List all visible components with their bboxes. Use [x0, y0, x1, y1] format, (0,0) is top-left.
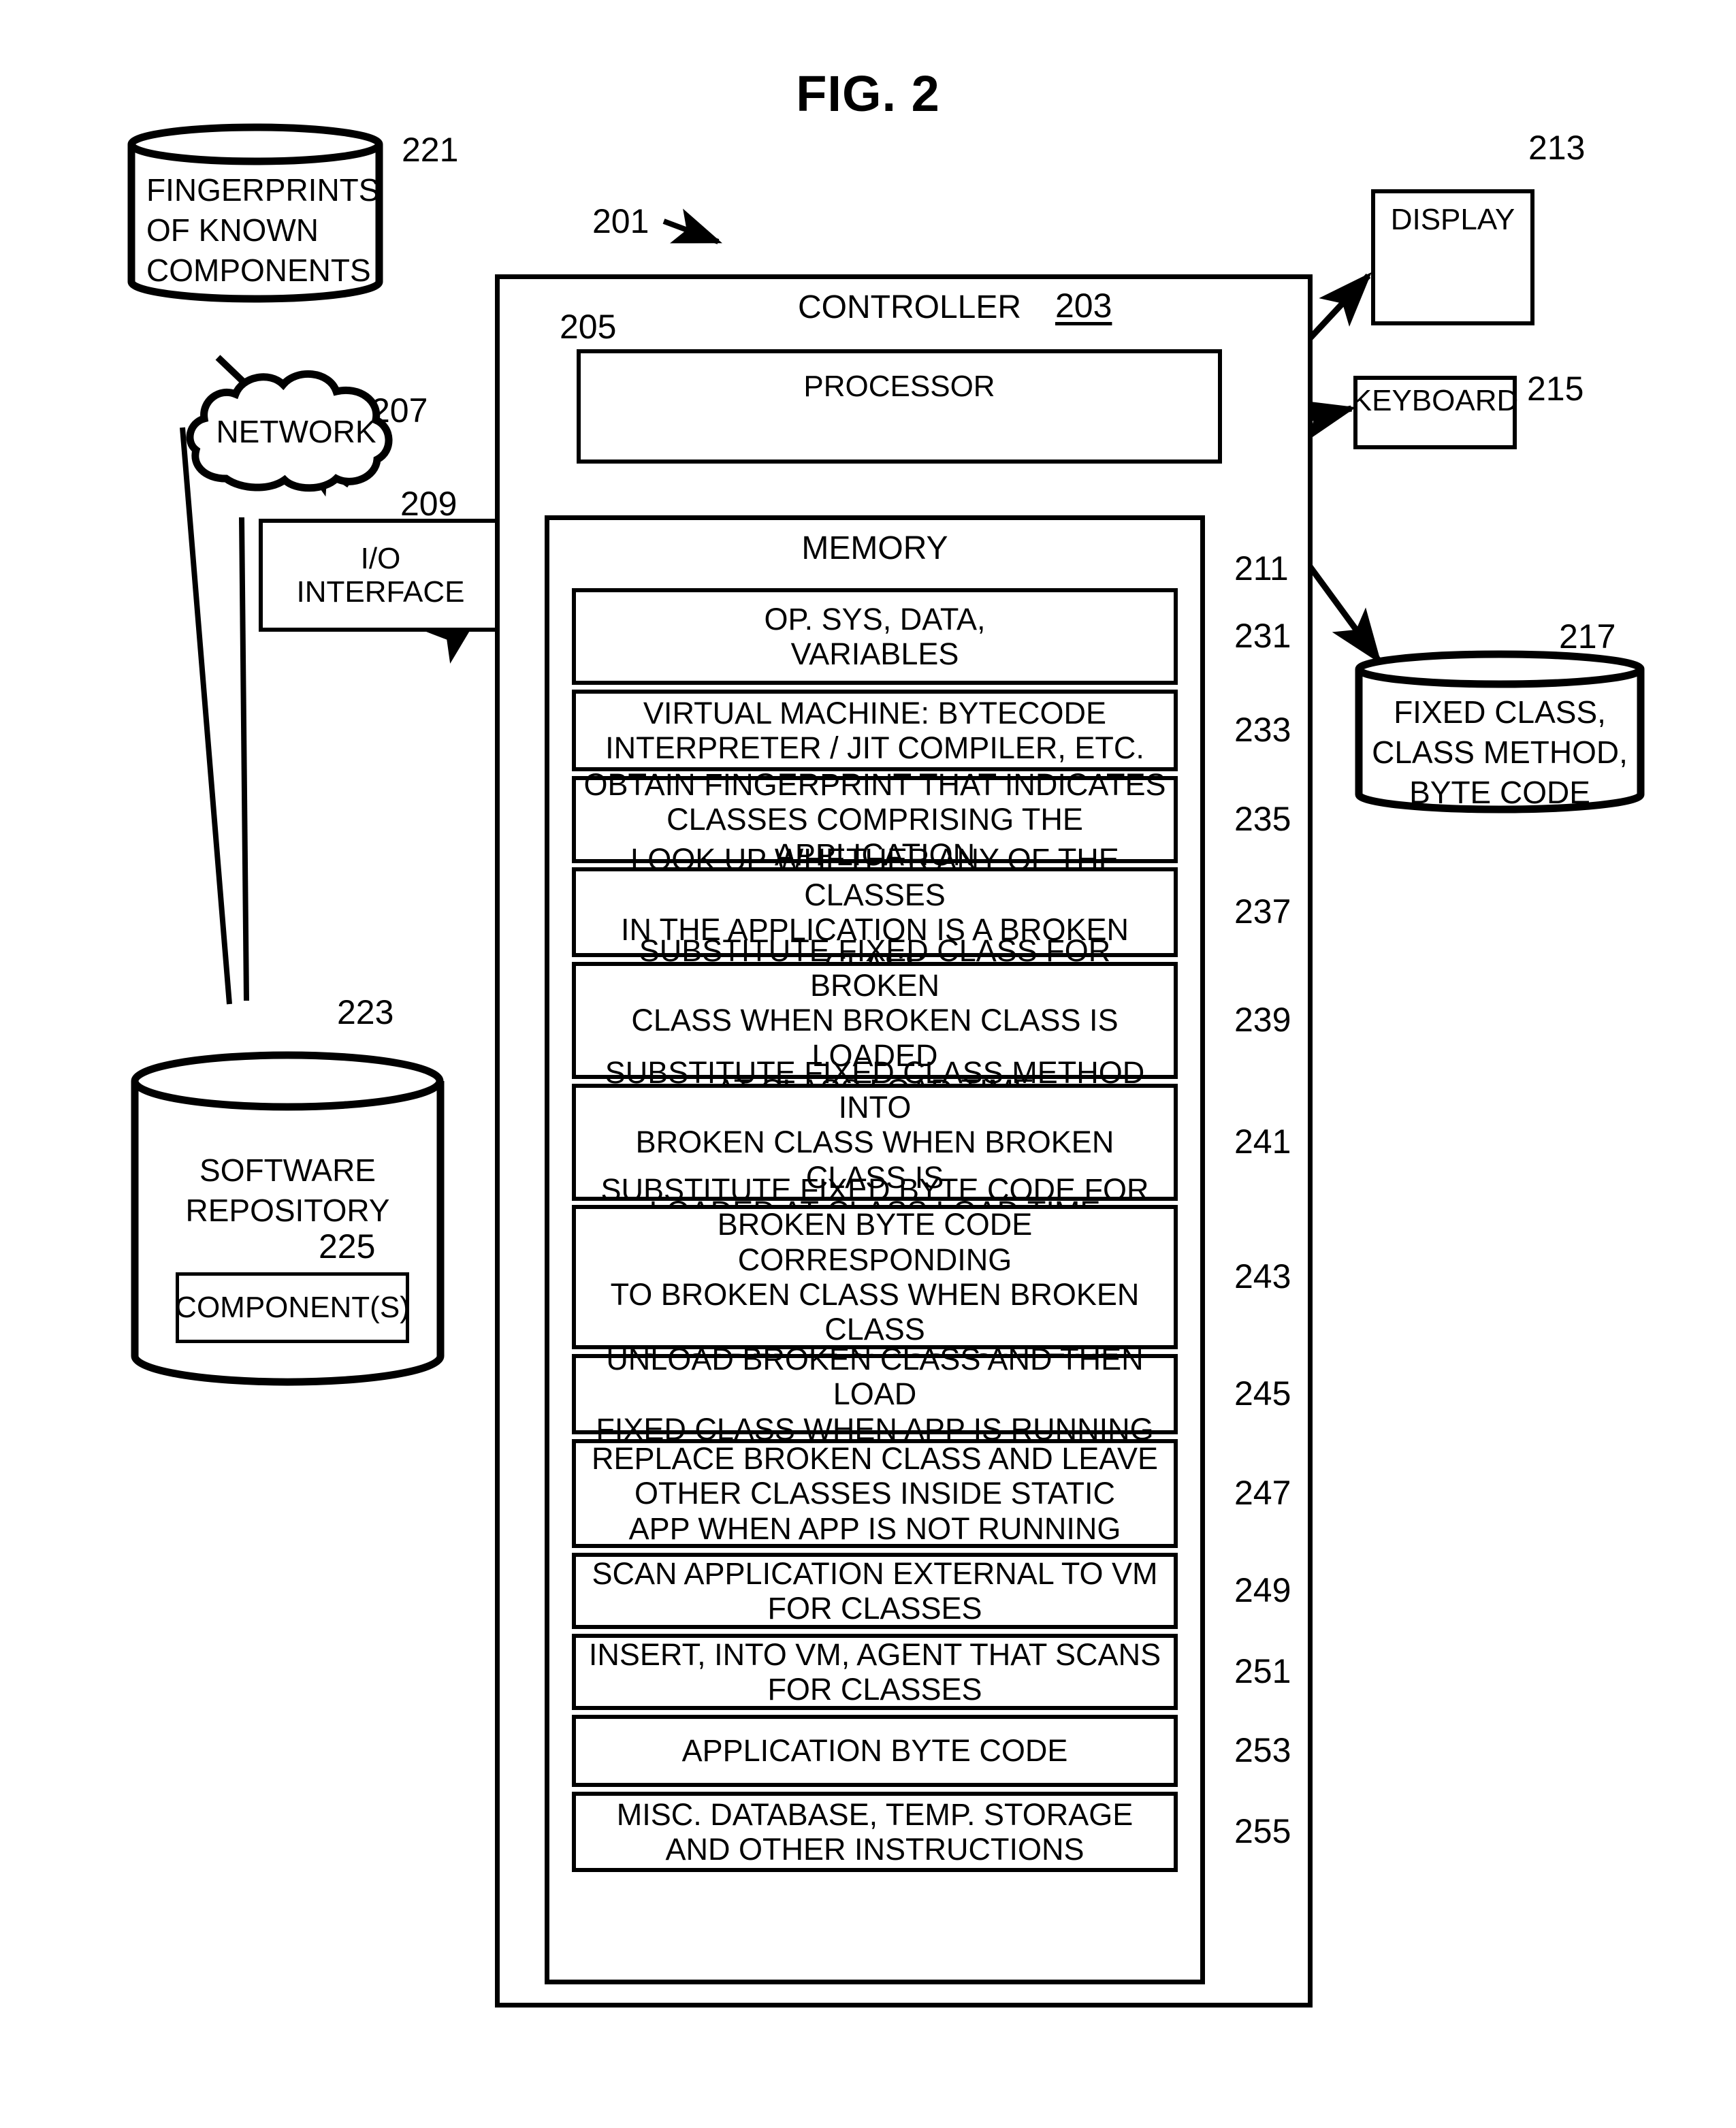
memory-row-line: VARIABLES — [790, 636, 959, 671]
ref-209: 209 — [400, 485, 457, 523]
ref-205: 205 — [560, 308, 617, 346]
ref-217: 217 — [1559, 617, 1616, 656]
memory-row: APPLICATION BYTE CODE — [572, 1715, 1178, 1787]
components-box: COMPONENT(S) — [175, 1272, 410, 1343]
memory-row-line: LOOK UP WHETHER ANY OF THE CLASSES — [630, 842, 1119, 912]
memory-row-line: VIRTUAL MACHINE: BYTECODE — [643, 695, 1107, 730]
ref-207: 207 — [371, 391, 428, 430]
display-box: DISPLAY — [1371, 189, 1534, 325]
memory-row-line: SCAN APPLICATION EXTERNAL TO VM — [592, 1555, 1158, 1591]
memory-row-text: OP. SYS, DATA, VARIABLES — [764, 602, 985, 672]
memory-row: OP. SYS, DATA, VARIABLES — [572, 588, 1178, 685]
memory-row-line: SUBSTITUTE FIXED CLASS METHOD INTO — [605, 1054, 1145, 1125]
memory-row-ref: 251 — [1234, 1652, 1291, 1690]
memory-row-line: OP. SYS, DATA, — [764, 601, 986, 636]
memory-row: SCAN APPLICATION EXTERNAL TO VM FOR CLASS… — [572, 1553, 1178, 1629]
memory-row-text: APPLICATION BYTE CODE — [682, 1733, 1068, 1768]
memory-row-text: REPLACE BROKEN CLASS AND LEAVE OTHER CLAS… — [592, 1441, 1158, 1546]
memory-row: SUBSTITUTE FIXED BYTE CODE FOR BROKEN BYT… — [572, 1172, 1178, 1382]
memory-row-ref: 233 — [1234, 711, 1291, 749]
processor-box: PROCESSOR — [577, 349, 1222, 464]
io-interface-line2: INTERFACE — [296, 575, 465, 609]
software-repository-line2: REPOSITORY — [185, 1192, 390, 1228]
memory-row-ref: 247 — [1234, 1474, 1291, 1512]
fingerprints-db-line3: COMPONENTS — [146, 252, 371, 288]
fixed-store-line3: BYTE CODE — [1409, 774, 1590, 810]
memory-row-line: BROKEN BYTE CODE CORRESPONDING — [717, 1207, 1033, 1277]
fixed-class-store-cylinder: FIXED CLASS, CLASS METHOD, BYTE CODE — [1353, 650, 1646, 820]
memory-row-ref: 243 — [1234, 1257, 1291, 1295]
memory-row-line: FOR CLASSES — [767, 1672, 982, 1707]
memory-row: UNLOAD BROKEN CLASS AND THEN LOAD FIXED C… — [572, 1342, 1178, 1447]
memory-row-ref: 237 — [1234, 892, 1291, 931]
memory-row-line: UNLOAD BROKEN CLASS AND THEN LOAD — [606, 1342, 1144, 1412]
components-label: COMPONENT(S) — [175, 1291, 410, 1325]
memory-row-line: OTHER CLASSES INSIDE STATIC — [634, 1476, 1115, 1511]
fixed-store-line1: FIXED CLASS, — [1394, 694, 1606, 730]
controller-label: CONTROLLER — [798, 289, 1022, 325]
memory-row-ref: 231 — [1234, 617, 1291, 655]
ref-203: 203 — [1055, 287, 1112, 325]
ref-225: 225 — [319, 1227, 376, 1265]
memory-row-line: REPLACE BROKEN CLASS AND LEAVE — [592, 1441, 1158, 1477]
memory-row-ref: 239 — [1234, 1001, 1291, 1039]
memory-row-text: UNLOAD BROKEN CLASS AND THEN LOAD FIXED C… — [583, 1342, 1167, 1447]
keyboard-label: KEYBOARD — [1351, 384, 1519, 417]
keyboard-box: KEYBOARD — [1351, 376, 1519, 449]
io-interface-line1: I/O — [360, 541, 401, 575]
memory-label: MEMORY — [801, 530, 948, 566]
ref-211: 211 — [1234, 549, 1289, 587]
memory-row-line: INTERPRETER / JIT COMPILER, ETC. — [605, 730, 1144, 765]
ref-221: 221 — [402, 131, 459, 169]
ref-223: 223 — [337, 993, 394, 1031]
memory-row: INSERT, INTO VM, AGENT THAT SCANS FOR CLA… — [572, 1634, 1178, 1710]
figure-canvas: FIG. 2 FINGERPRINTS OF KNOWN COMPONENTS … — [0, 0, 1736, 2128]
figure-title: FIG. 2 — [796, 65, 940, 122]
ref-201: 201 — [592, 202, 649, 240]
memory-row-text: INSERT, INTO VM, AGENT THAT SCANS FOR CLA… — [589, 1637, 1161, 1707]
display-label: DISPLAY — [1390, 203, 1515, 236]
memory-row-line: MISC. DATABASE, TEMP. STORAGE — [616, 1796, 1134, 1832]
memory-row: REPLACE BROKEN CLASS AND LEAVE OTHER CLAS… — [572, 1439, 1178, 1548]
memory-row-line: INSERT, INTO VM, AGENT THAT SCANS — [588, 1637, 1161, 1672]
memory-row-line: APPLICATION BYTE CODE — [681, 1733, 1068, 1769]
memory-row-ref: 235 — [1234, 800, 1291, 838]
memory-row-ref: 241 — [1234, 1123, 1291, 1161]
memory-row-line: SUBSTITUTE FIXED BYTE CODE FOR — [600, 1172, 1149, 1208]
memory-row-text: SCAN APPLICATION EXTERNAL TO VM FOR CLASS… — [592, 1556, 1157, 1626]
processor-label: PROCESSOR — [803, 370, 995, 403]
fingerprints-db-line2: OF KNOWN — [146, 212, 319, 248]
ref-213: 213 — [1528, 129, 1586, 167]
fingerprints-database-cylinder: FINGERPRINTS OF KNOWN COMPONENTS — [126, 121, 385, 305]
memory-row-text: MISC. DATABASE, TEMP. STORAGE AND OTHER I… — [617, 1797, 1134, 1867]
memory-row-ref: 255 — [1234, 1812, 1291, 1850]
memory-row: VIRTUAL MACHINE: BYTECODE INTERPRETER / J… — [572, 690, 1178, 771]
memory-row-line: TO BROKEN CLASS WHEN BROKEN CLASS — [610, 1277, 1140, 1347]
memory-row-line: AND OTHER INSTRUCTIONS — [665, 1832, 1084, 1867]
memory-row-ref: 249 — [1234, 1571, 1291, 1609]
memory-row-line: FOR CLASSES — [767, 1591, 982, 1626]
ref-215: 215 — [1527, 370, 1584, 408]
memory-row-line: OBTAIN FINGERPRINT THAT INDICATES — [583, 767, 1166, 803]
memory-row-line: SUBSTITUTE FIXED CLASS FOR BROKEN — [639, 933, 1111, 1003]
io-interface-box: I/O INTERFACE — [259, 519, 502, 632]
memory-row-ref: 253 — [1234, 1731, 1291, 1769]
memory-row: MISC. DATABASE, TEMP. STORAGE AND OTHER I… — [572, 1792, 1178, 1872]
memory-row-ref: 245 — [1234, 1374, 1291, 1413]
memory-row-line: APP WHEN APP IS NOT RUNNING — [628, 1511, 1121, 1546]
memory-row-text: VIRTUAL MACHINE: BYTECODE INTERPRETER / J… — [605, 696, 1144, 766]
software-repository-line1: SOFTWARE — [199, 1152, 376, 1188]
fingerprints-db-line1: FINGERPRINTS — [146, 172, 380, 208]
fixed-store-line2: CLASS METHOD, — [1372, 734, 1628, 770]
